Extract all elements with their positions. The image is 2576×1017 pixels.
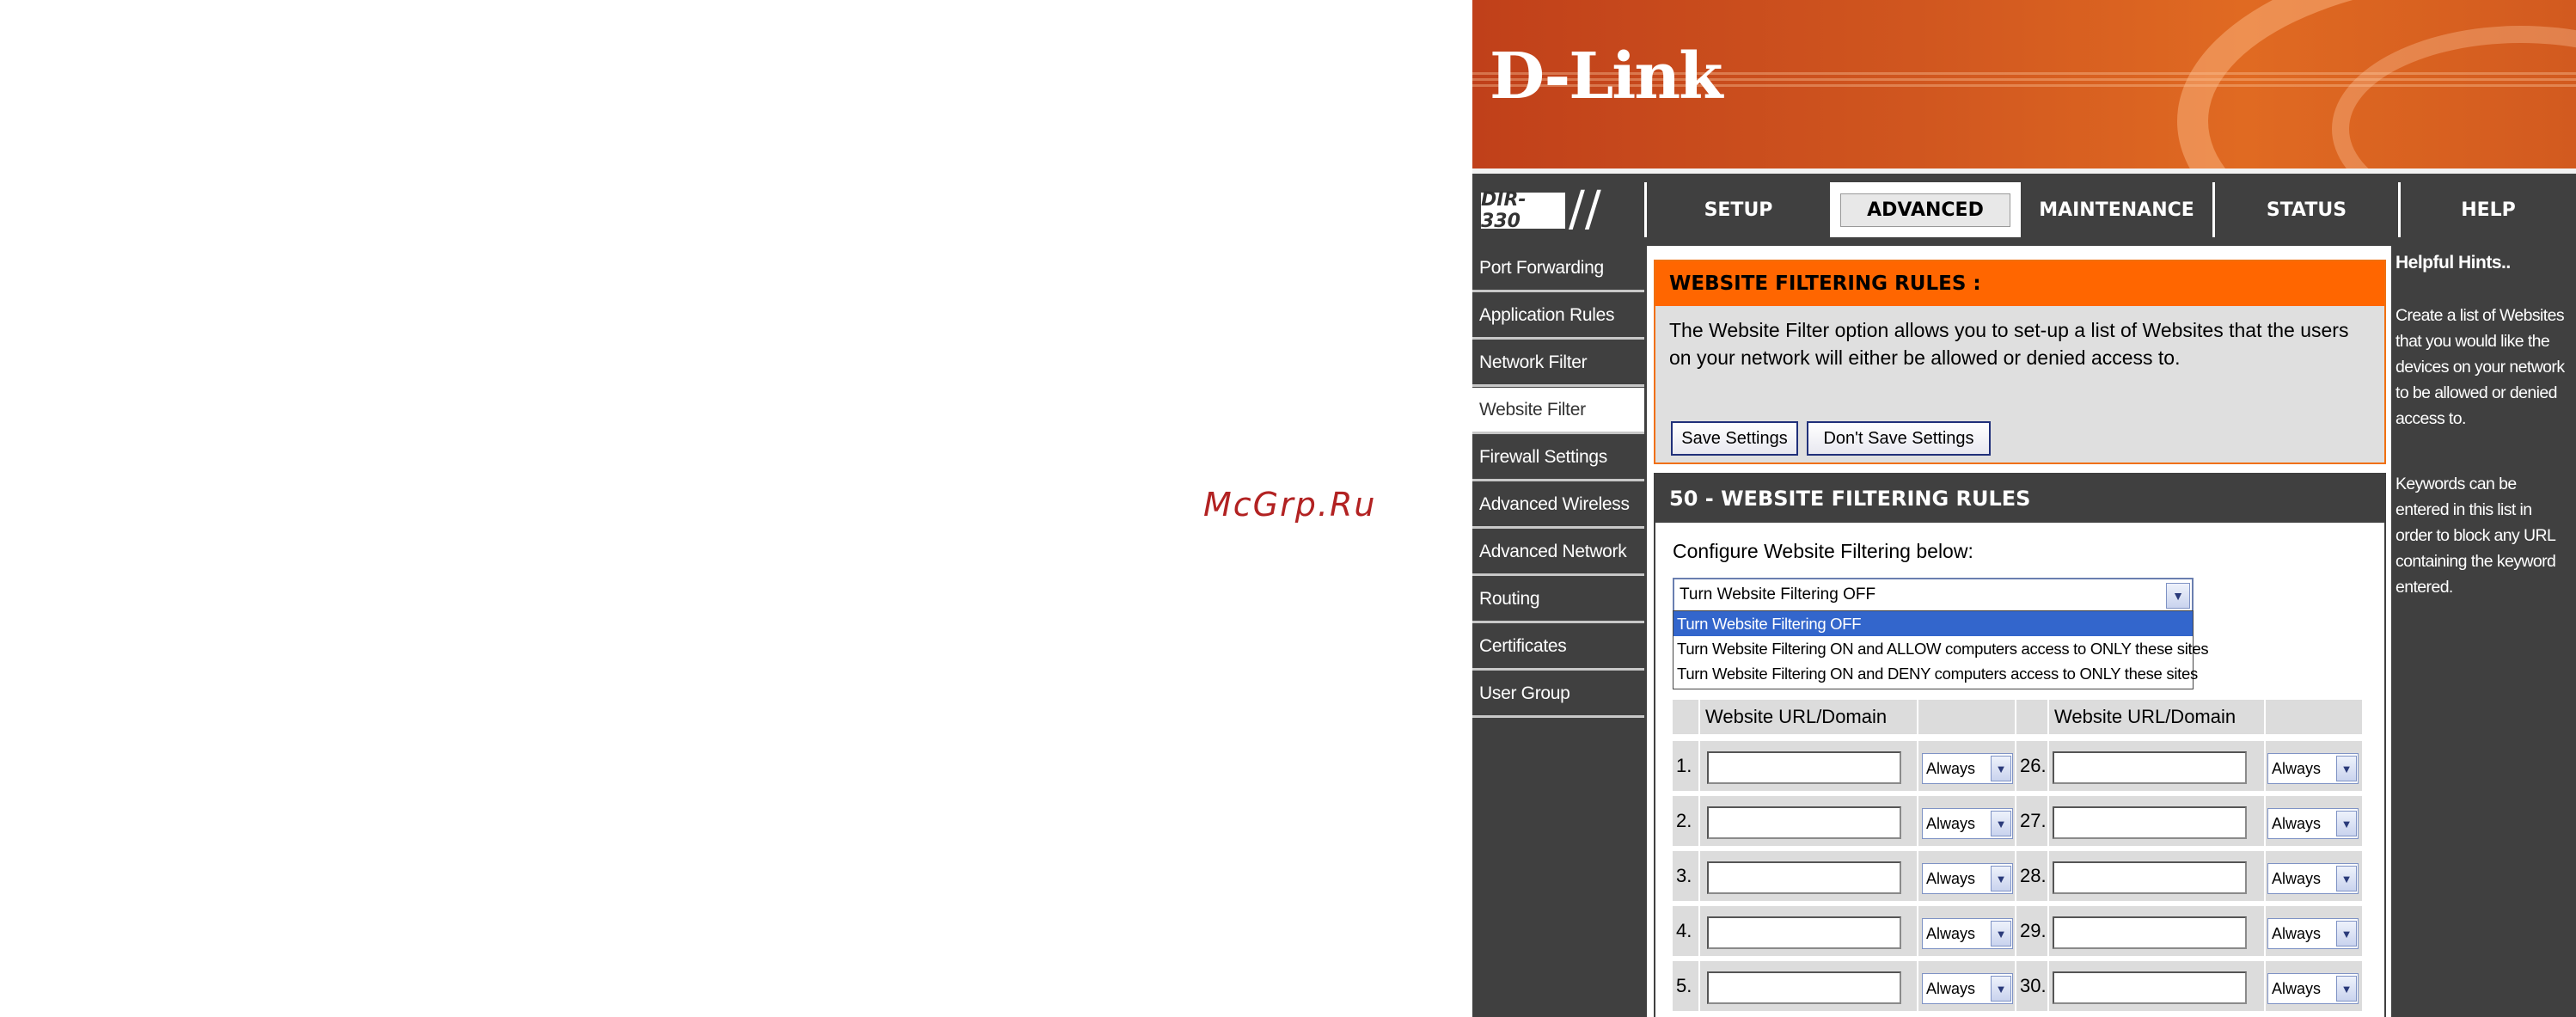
- schedule-select[interactable]: Always ▼: [1922, 918, 2013, 949]
- helpful-hints-panel: Helpful Hints.. Create a list of Website…: [2394, 246, 2576, 1017]
- rule-number: 3.: [1676, 865, 1692, 886]
- chevron-down-icon[interactable]: ▼: [1991, 811, 2011, 836]
- url-input[interactable]: [2053, 916, 2247, 949]
- hint-paragraph-2: Keywords can be entered in this list in …: [2395, 475, 2556, 597]
- tab-help[interactable]: HELP: [2398, 182, 2576, 237]
- rule-number: 30.: [2020, 975, 2047, 996]
- rule-number: 28.: [2020, 865, 2047, 886]
- sidebar-item-user-group[interactable]: User Group: [1472, 671, 1644, 718]
- url-input[interactable]: [1707, 806, 1901, 839]
- schedule-select[interactable]: Always ▼: [2267, 863, 2359, 894]
- option-filtering-off[interactable]: Turn Website Filtering OFF: [1673, 611, 2193, 636]
- option-filtering-deny[interactable]: Turn Website Filtering ON and DENY compu…: [1673, 661, 2198, 686]
- schedule-select[interactable]: Always ▼: [1922, 863, 2013, 894]
- dont-save-settings-button[interactable]: Don't Save Settings: [1807, 421, 1991, 456]
- chevron-down-icon[interactable]: ▼: [2336, 811, 2357, 836]
- sidebar-item-website-filter[interactable]: Website Filter: [1472, 388, 1644, 434]
- url-input[interactable]: [2053, 751, 2247, 784]
- rule-number: 2.: [1676, 810, 1692, 831]
- url-input[interactable]: [2053, 971, 2247, 1004]
- rule-number: 4.: [1676, 920, 1692, 941]
- rule-number: 5.: [1676, 975, 1692, 996]
- chevron-down-icon[interactable]: ▼: [1991, 976, 2011, 1002]
- chevron-down-icon[interactable]: ▼: [1991, 756, 2011, 781]
- main-content: WEBSITE FILTERING RULES : The Website Fi…: [1647, 246, 2391, 1017]
- intro-description: The Website Filter option allows you to …: [1669, 319, 2349, 369]
- sidebar-item-port-forwarding[interactable]: Port Forwarding: [1472, 246, 1644, 292]
- rules-table: Website URL/Domain Website URL/Domain 1.: [1673, 700, 2362, 1013]
- tab-maintenance[interactable]: MAINTENANCE: [2018, 182, 2212, 237]
- watermark-text: McGrp.Ru: [1203, 486, 1377, 524]
- sidebar-item-application-rules[interactable]: Application Rules: [1472, 293, 1644, 340]
- sidebar-item-network-filter[interactable]: Network Filter: [1472, 340, 1644, 387]
- rules-title: 50 - WEBSITE FILTERING RULES: [1655, 475, 2384, 523]
- url-input[interactable]: [1707, 861, 1901, 894]
- intro-panel: WEBSITE FILTERING RULES : The Website Fi…: [1654, 260, 2386, 464]
- schedule-select[interactable]: Always ▼: [2267, 808, 2359, 839]
- schedule-select[interactable]: Always ▼: [2267, 918, 2359, 949]
- column-header-url-right: Website URL/Domain: [2049, 700, 2264, 734]
- model-badge: DIR-330 //: [1474, 182, 1646, 237]
- filter-mode-select[interactable]: Turn Website Filtering OFF ▼: [1673, 578, 2194, 612]
- column-header-url-left: Website URL/Domain: [1700, 700, 1917, 734]
- url-input[interactable]: [2053, 861, 2247, 894]
- schedule-select[interactable]: Always ▼: [1922, 808, 2013, 839]
- dlink-logo: D-Link: [1490, 40, 1722, 113]
- table-row: 5. Always ▼ 30. Always ▼: [1673, 958, 2362, 1013]
- hints-title: Helpful Hints..: [2395, 253, 2511, 273]
- config-label: Configure Website Filtering below:: [1673, 540, 1973, 562]
- table-row: 4. Always ▼ 29. Always ▼: [1673, 903, 2362, 958]
- rule-number: 29.: [2020, 920, 2047, 941]
- table-row: 2. Always ▼ 27. Always ▼: [1673, 793, 2362, 848]
- url-input[interactable]: [2053, 806, 2247, 839]
- schedule-select[interactable]: Always ▼: [2267, 753, 2359, 784]
- chevron-down-icon[interactable]: ▼: [2336, 756, 2357, 781]
- top-nav: DIR-330 // SETUP ADVANCED MAINTENANCE ST…: [1472, 177, 2576, 242]
- sidebar-menu: Port Forwarding Application Rules Networ…: [1472, 246, 1644, 719]
- rule-number: 27.: [2020, 810, 2047, 831]
- sidebar-item-advanced-wireless[interactable]: Advanced Wireless: [1472, 482, 1644, 529]
- filter-mode-dropdown: Turn Website Filtering OFF Turn Website …: [1673, 610, 2209, 689]
- chevron-down-icon[interactable]: ▼: [2336, 866, 2357, 891]
- rule-number: 26.: [2020, 755, 2047, 776]
- rule-number: 1.: [1676, 755, 1692, 776]
- chevron-down-icon[interactable]: ▼: [1991, 866, 2011, 891]
- url-input[interactable]: [1707, 751, 1901, 784]
- url-input[interactable]: [1707, 916, 1901, 949]
- chevron-down-icon[interactable]: ▼: [2336, 921, 2357, 947]
- url-input[interactable]: [1707, 971, 1901, 1004]
- chevron-down-icon[interactable]: ▼: [2336, 976, 2357, 1002]
- tab-status[interactable]: STATUS: [2212, 182, 2398, 237]
- schedule-select[interactable]: Always ▼: [1922, 753, 2013, 784]
- schedule-select[interactable]: Always ▼: [2267, 973, 2359, 1004]
- intro-title: WEBSITE FILTERING RULES :: [1655, 261, 2384, 306]
- hint-paragraph-1: Create a list of Websites that you would…: [2395, 306, 2565, 428]
- header-banner: D-Link: [1472, 0, 2576, 172]
- tab-setup[interactable]: SETUP: [1644, 182, 1830, 237]
- rules-panel: 50 - WEBSITE FILTERING RULES Configure W…: [1654, 473, 2386, 1017]
- save-settings-button[interactable]: Save Settings: [1671, 421, 1798, 456]
- schedule-select[interactable]: Always ▼: [1922, 973, 2013, 1004]
- router-admin-page: D-Link DIR-330 // SETUP ADVANCED MAINTEN…: [1472, 0, 2576, 1017]
- sidebar-item-routing[interactable]: Routing: [1472, 577, 1644, 623]
- sidebar-item-certificates[interactable]: Certificates: [1472, 624, 1644, 671]
- chevron-down-icon[interactable]: ▼: [1991, 921, 2011, 947]
- table-row: 1. Always ▼ 26. Always ▼: [1673, 738, 2362, 793]
- rules-header-row: Website URL/Domain Website URL/Domain: [1673, 700, 2362, 738]
- table-row: 3. Always ▼ 28. Always ▼: [1673, 848, 2362, 903]
- model-slash-icon: //: [1569, 181, 1601, 237]
- sidebar-item-firewall-settings[interactable]: Firewall Settings: [1472, 435, 1644, 481]
- model-label: DIR-330: [1481, 189, 1565, 232]
- chevron-down-icon[interactable]: ▼: [2166, 583, 2190, 609]
- sidebar-item-advanced-network[interactable]: Advanced Network: [1472, 530, 1644, 576]
- option-filtering-allow[interactable]: Turn Website Filtering ON and ALLOW comp…: [1673, 636, 2209, 661]
- tab-advanced[interactable]: ADVANCED: [1830, 182, 2018, 237]
